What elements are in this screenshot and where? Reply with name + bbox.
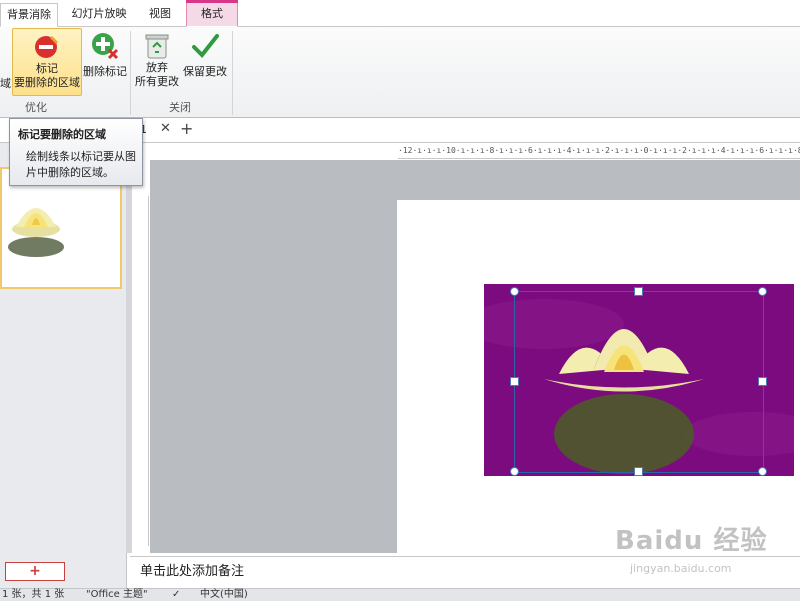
resize-handle[interactable] <box>510 377 519 386</box>
watermark-logo: Baidu 经验 <box>615 526 768 556</box>
checkmark-icon <box>192 34 219 59</box>
delete-mark-button[interactable]: 删除标记 <box>82 28 128 94</box>
recycle-bin-icon <box>145 34 169 59</box>
tab-format[interactable]: 格式 <box>186 0 238 27</box>
resize-handle[interactable] <box>510 287 519 296</box>
selection-box[interactable] <box>514 291 764 473</box>
status-bar: 1 张，共 1 张 "Office 主题" ✓ 中文(中国) <box>0 588 800 601</box>
context-tab-accent <box>186 0 238 3</box>
resize-handle[interactable] <box>758 467 767 476</box>
keep-changes-label: 保留更改 <box>183 65 227 78</box>
group-optimize-label: 优化 <box>25 101 47 114</box>
tooltip-body: 绘制线条以标记要从图片中删除的区域。 <box>26 150 136 179</box>
panel-splitter[interactable] <box>126 143 132 553</box>
spellcheck-icon[interactable]: ✓ <box>172 589 180 601</box>
mark-remove-line2: 要删除的区域 <box>14 76 80 89</box>
delete-mark-label: 删除标记 <box>83 65 127 78</box>
resize-handle[interactable] <box>758 377 767 386</box>
resize-handle[interactable] <box>634 467 643 476</box>
close-icon[interactable]: ✕ <box>160 121 171 136</box>
mark-keep-partial-label: 域 <box>0 77 11 90</box>
resize-handle[interactable] <box>634 287 643 296</box>
lotus-thumbnail-image <box>8 208 64 257</box>
vertical-ruler <box>134 196 149 546</box>
discard-changes-button[interactable]: 放弃 所有更改 <box>134 28 180 94</box>
language[interactable]: 中文(中国) <box>200 589 248 601</box>
slide-thumbnail-panel: + <box>0 143 127 588</box>
group-close-label: 关闭 <box>169 101 191 114</box>
ribbon-separator <box>130 31 131 115</box>
tab-view[interactable]: 视图 <box>140 3 180 25</box>
ribbon-tab-bar: 背景消除 幻灯片放映 视图 格式 <box>0 0 800 27</box>
plus-delete-icon <box>92 33 119 60</box>
add-slide-button[interactable]: + <box>5 562 65 581</box>
tooltip-title: 标记要删除的区域 <box>18 128 106 141</box>
slide-count: 1 张，共 1 张 <box>2 589 65 600</box>
discard-line1: 放弃 <box>146 61 168 74</box>
discard-line2: 所有更改 <box>135 75 179 88</box>
ribbon: 域 标记 要删除的区域 删除标记 优化 放弃 所有更改 保留更改 关闭 <box>0 27 800 118</box>
tooltip: 标记要删除的区域 绘制线条以标记要从图片中删除的区域。 <box>9 118 143 186</box>
theme-name: "Office 主题" <box>86 589 148 600</box>
watermark-url: jingyan.baidu.com <box>630 562 732 575</box>
resize-handle[interactable] <box>510 467 519 476</box>
mark-remove-line1: 标记 <box>36 62 58 75</box>
ribbon-separator <box>232 31 233 115</box>
new-tab-button[interactable]: + <box>180 119 193 138</box>
keep-changes-button[interactable]: 保留更改 <box>182 28 228 94</box>
resize-handle[interactable] <box>758 287 767 296</box>
tab-background-removal[interactable]: 背景消除 <box>0 3 58 27</box>
notes-placeholder: 单击此处添加备注 <box>140 564 245 579</box>
horizontal-ruler: ·12·ı·ı·ı·10·ı·ı·ı·8·ı·ı·ı·6·ı·ı·ı·4·ı·ı… <box>398 144 800 159</box>
mark-remove-button[interactable]: 标记 要删除的区域 <box>12 28 82 96</box>
no-entry-pencil-icon <box>35 36 58 58</box>
tab-format-label: 格式 <box>201 7 223 20</box>
tab-slideshow[interactable]: 幻灯片放映 <box>64 3 134 25</box>
